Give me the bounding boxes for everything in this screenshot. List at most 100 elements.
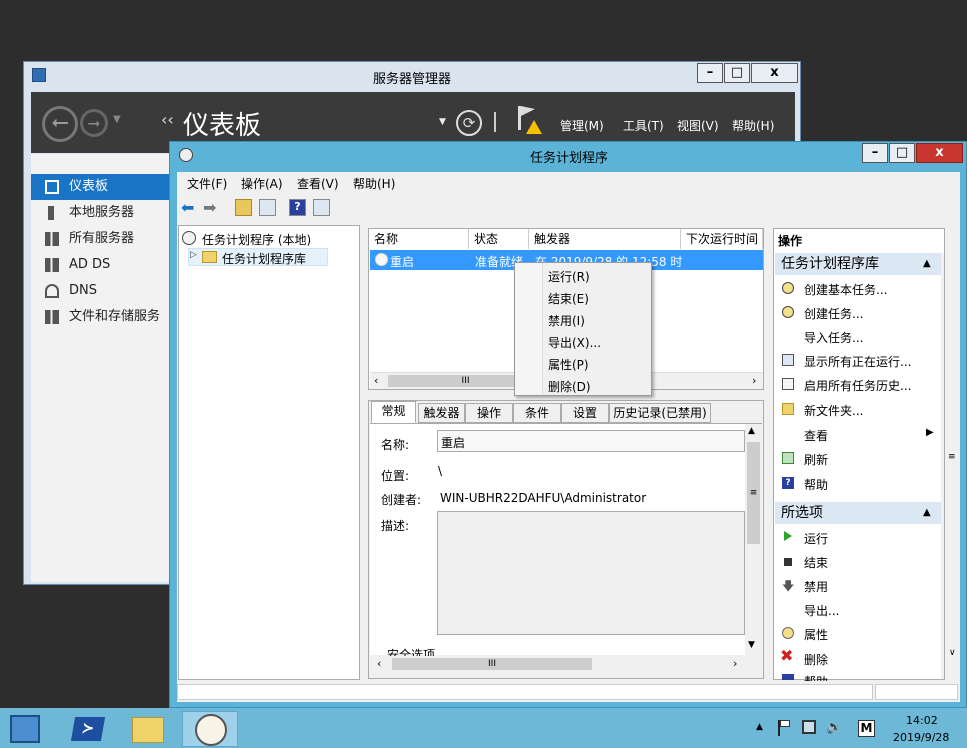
action-export[interactable]: 导出... <box>804 602 839 619</box>
close-button[interactable]: x <box>751 63 798 83</box>
file-explorer-taskbar-icon[interactable] <box>120 711 176 747</box>
name-field[interactable]: 重启 <box>437 430 745 452</box>
history-dropdown-icon[interactable]: ▼ <box>113 114 121 125</box>
action-display-running[interactable]: 显示所有正在运行... <box>804 353 911 370</box>
volume-icon[interactable]: 🔈 <box>826 720 842 735</box>
action-center-flag-icon[interactable] <box>778 720 792 736</box>
help-icon[interactable]: ? <box>289 199 306 216</box>
context-menu-disable[interactable]: 禁用(I) <box>548 312 585 329</box>
scroll-right-icon[interactable]: › <box>733 657 737 670</box>
tab-settings[interactable]: 设置 <box>561 403 609 423</box>
scroll-left-icon[interactable]: ‹ <box>374 374 378 387</box>
task-scheduler-titlebar[interactable]: 任务计划程序 – □ x <box>170 142 966 170</box>
sidebar-item-local-server[interactable]: 本地服务器 <box>31 200 173 226</box>
refresh-icon[interactable]: ⟳ <box>456 110 482 136</box>
notifications-flag-icon[interactable] <box>516 106 542 134</box>
network-icon[interactable] <box>802 720 816 734</box>
show-hide-tree-icon[interactable] <box>259 199 276 216</box>
clock-time[interactable]: 14:02 <box>906 714 938 727</box>
actions-scroll-thumb[interactable]: ≡ ∨ <box>947 252 960 662</box>
action-help[interactable]: 帮助 <box>804 476 828 493</box>
ime-indicator[interactable]: M <box>858 720 875 737</box>
action-view[interactable]: 查看 <box>804 427 828 444</box>
server-manager-taskbar-icon[interactable] <box>0 711 56 747</box>
context-menu-end[interactable]: 结束(E) <box>548 290 589 307</box>
sidebar-item-dns[interactable]: DNS <box>31 278 173 304</box>
action-enable-history[interactable]: 启用所有任务历史... <box>804 377 911 394</box>
context-menu-run[interactable]: 运行(R) <box>548 268 590 285</box>
forward-arrow-icon[interactable]: ➡ <box>203 198 216 217</box>
dropdown-arrow-icon[interactable]: ▼ <box>439 117 446 127</box>
scroll-left-icon[interactable]: ‹ <box>377 657 381 670</box>
action-help-selected[interactable]: 帮助 <box>804 673 828 681</box>
minimize-button[interactable]: – <box>697 63 723 83</box>
server-manager-titlebar[interactable]: 服务器管理器 – □ x <box>24 62 800 90</box>
maximize-button[interactable]: □ <box>724 63 750 83</box>
action-import-task[interactable]: 导入任务... <box>804 329 863 346</box>
tab-triggers[interactable]: 触发器 <box>418 403 465 423</box>
action-properties[interactable]: 属性 <box>804 626 828 643</box>
collapse-icon[interactable]: ▲ <box>923 502 931 524</box>
action-delete[interactable]: 删除 <box>804 651 828 668</box>
minimize-button[interactable]: – <box>862 143 888 163</box>
menu-tools[interactable]: 工具(T) <box>623 117 664 134</box>
context-menu-export[interactable]: 导出(X)... <box>548 334 601 351</box>
actions-vertical-scrollbar[interactable] <box>941 253 944 679</box>
sidebar-item-ad-ds[interactable]: AD DS <box>31 252 173 278</box>
sidebar-item-file-storage[interactable]: 文件和存储服务 <box>31 304 173 330</box>
menu-view[interactable]: 查看(V) <box>297 175 339 192</box>
tab-actions[interactable]: 操作 <box>465 403 513 423</box>
action-end[interactable]: 结束 <box>804 554 828 571</box>
show-hidden-icons[interactable]: ▲ <box>756 722 763 732</box>
menu-view[interactable]: 视图(V) <box>677 117 719 134</box>
scroll-down-icon[interactable]: ∨ <box>949 648 956 658</box>
collapse-icon[interactable]: ▲ <box>923 253 931 275</box>
library-section-header[interactable]: 任务计划程序库 ▲ <box>775 253 941 275</box>
action-disable[interactable]: 禁用 <box>804 578 828 595</box>
context-menu-properties[interactable]: 属性(P) <box>548 356 589 373</box>
powershell-taskbar-icon[interactable]: ≻ <box>60 711 116 747</box>
action-create-basic-task[interactable]: 创建基本任务... <box>804 281 887 298</box>
action-refresh[interactable]: 刷新 <box>804 451 828 468</box>
scroll-down-icon[interactable]: ▼ <box>748 640 755 650</box>
task-scheduler-title: 任务计划程序 <box>529 151 608 166</box>
forward-button[interactable]: ⭢ <box>80 109 108 137</box>
menu-manage[interactable]: 管理(M) <box>560 117 604 134</box>
menu-action[interactable]: 操作(A) <box>241 175 283 192</box>
scroll-right-icon[interactable]: › <box>752 374 756 387</box>
scroll-thumb[interactable]: III <box>392 658 592 670</box>
clock-date[interactable]: 2019/9/28 <box>893 731 949 744</box>
maximize-button[interactable]: □ <box>889 143 915 163</box>
selected-section-header[interactable]: 所选项 ▲ <box>775 502 941 524</box>
back-arrow-icon[interactable]: ⬅ <box>181 198 194 217</box>
column-header-trigger[interactable]: 触发器 <box>529 229 681 249</box>
menu-help[interactable]: 帮助(H) <box>353 175 395 192</box>
up-folder-icon[interactable] <box>235 199 252 216</box>
details-horizontal-scrollbar[interactable]: ‹ III › <box>370 656 762 673</box>
tab-general[interactable]: 常规 <box>371 401 416 423</box>
tab-conditions[interactable]: 条件 <box>513 403 561 423</box>
column-header-next-run[interactable]: 下次运行时间 <box>681 229 763 249</box>
sidebar-item-dashboard[interactable]: 仪表板 <box>31 174 173 200</box>
action-new-folder[interactable]: 新文件夹... <box>804 402 863 419</box>
tree-library-node[interactable]: ▷ 任务计划程序库 <box>188 248 328 266</box>
menu-help[interactable]: 帮助(H) <box>732 117 774 134</box>
expand-arrow-icon[interactable]: ▷ <box>190 250 197 260</box>
close-button[interactable]: x <box>916 143 963 163</box>
column-header-name[interactable]: 名称 <box>369 229 469 249</box>
column-header-status[interactable]: 状态 <box>469 229 529 249</box>
action-run[interactable]: 运行 <box>804 530 828 547</box>
show-hide-action-pane-icon[interactable] <box>313 199 330 216</box>
scroll-up-icon[interactable]: ▲ <box>748 426 755 436</box>
task-scheduler-taskbar-icon[interactable] <box>182 711 238 747</box>
tree-root-node[interactable]: 任务计划程序 (本地) <box>182 230 352 248</box>
sidebar-item-all-servers[interactable]: 所有服务器 <box>31 226 173 252</box>
menu-file[interactable]: 文件(F) <box>187 175 227 192</box>
back-button[interactable]: ⭠ <box>42 106 78 142</box>
scroll-thumb[interactable]: ≡ <box>747 442 760 544</box>
action-create-task[interactable]: 创建任务... <box>804 305 863 322</box>
description-field[interactable] <box>437 511 745 635</box>
vertical-scrollbar[interactable]: ▲ ≡ ▼ <box>745 424 762 656</box>
context-menu-delete[interactable]: 删除(D) <box>548 378 591 395</box>
tab-history[interactable]: 历史记录(已禁用) <box>609 403 711 423</box>
